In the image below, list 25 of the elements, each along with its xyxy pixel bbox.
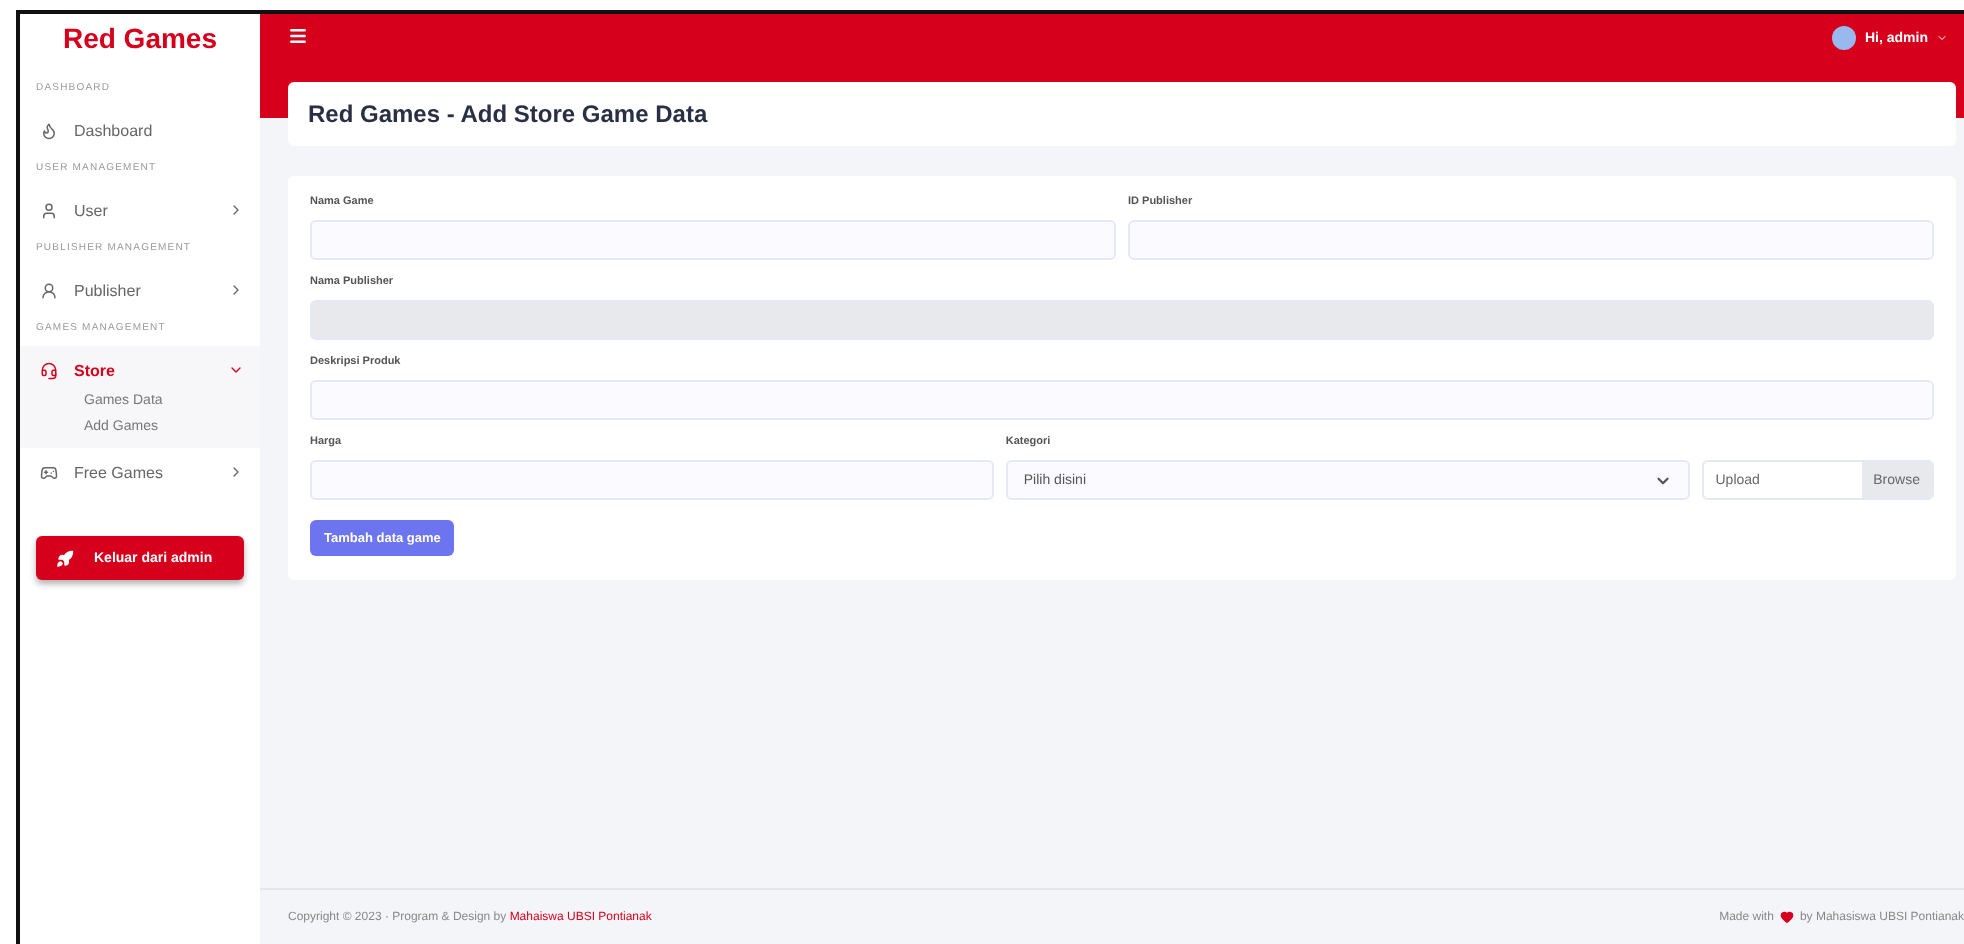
chevron-icon	[228, 362, 244, 378]
chevron-icon	[228, 202, 244, 218]
text-field[interactable]	[310, 220, 1116, 260]
caret-icon	[1936, 32, 1948, 44]
text-field[interactable]	[310, 460, 994, 500]
nav-icon	[40, 281, 58, 299]
nav-icon	[40, 121, 58, 139]
menu-icon[interactable]	[288, 26, 308, 46]
brand-logo[interactable]: Red Games	[20, 14, 260, 74]
nav-icon	[40, 463, 58, 481]
nav-icon	[40, 201, 58, 219]
nav-icon	[40, 361, 58, 379]
text-field[interactable]	[310, 380, 1934, 420]
sidebar-item[interactable]: Dashboard	[20, 106, 260, 154]
heart-icon	[1779, 910, 1794, 924]
chevron-icon	[228, 464, 244, 480]
page-title: Red Games - Add Store Game Data	[288, 82, 1956, 146]
chevron-icon	[228, 282, 244, 298]
sidebar-item[interactable]: User	[20, 186, 260, 234]
rocket-icon	[56, 549, 74, 567]
text-field[interactable]	[1128, 220, 1934, 260]
sidebar-item[interactable]: Store	[20, 346, 260, 394]
sidebar-item[interactable]: Publisher	[20, 266, 260, 314]
sidebar-item[interactable]: Free Games	[20, 448, 260, 496]
avatar-icon	[1832, 26, 1857, 50]
